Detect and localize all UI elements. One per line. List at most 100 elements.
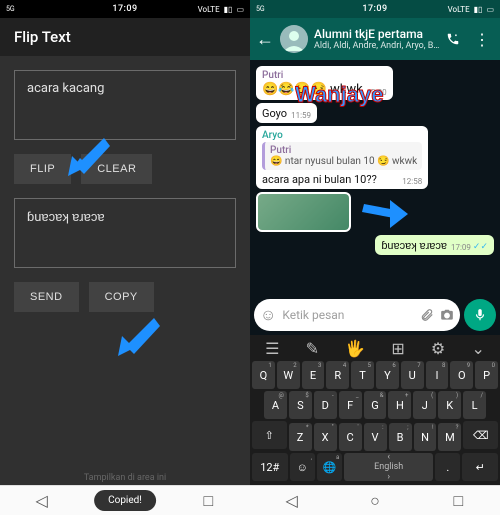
kb-key-i[interactable]: I8 [426,361,449,389]
message-input[interactable]: ☺ Ketik pesan [254,299,460,331]
input-placeholder: Ketik pesan [282,308,414,322]
output-textarea[interactable]: ɓuɐɔɐʞ ɐɹɐɔɐ [14,198,236,268]
kb-settings-icon[interactable]: ⚙ [431,339,445,358]
emoji-icon[interactable]: ☺ [260,305,276,325]
chat-title-block[interactable]: Alumni tkjE pertama Aldi, Aldi, Andre, A… [314,27,440,51]
kb-key-v[interactable]: V: [364,423,387,451]
kb-symbols-key[interactable]: 12# [252,453,288,481]
status-time: 17:09 [112,4,137,14]
kb-key-q[interactable]: Q1 [252,361,275,389]
image-thumbnail[interactable] [258,194,349,230]
net-right-icon: VoLTE [448,5,470,14]
nav-back-icon[interactable]: ◁ [34,493,50,509]
group-avatar[interactable] [280,25,308,53]
nav-back-icon[interactable]: ◁ [284,493,300,509]
message-time: 17:09 ✓✓ [451,242,488,252]
input-text-value: acara kacang [27,81,104,96]
kb-key-c[interactable]: C' [339,423,362,451]
message-time: 12:58 [402,177,422,186]
message-sender: Putri [262,70,387,81]
kb-key-m[interactable]: M? [438,423,461,451]
group-name: Alumni tkjE pertama [314,27,440,41]
net-left-icon: 5G [6,5,15,13]
kb-touchpal-icon[interactable]: 🖐 [345,339,365,358]
send-button[interactable]: SEND [14,282,79,312]
mic-button[interactable] [464,299,496,331]
kb-key-w[interactable]: W2 [277,361,300,389]
signal-icon: ▮▯ [474,5,483,14]
fliptext-screen: 5G 17:09 VoLTE ▮▯ ▭ Flip Text acara kaca… [0,0,250,515]
kb-enter-key[interactable]: ↵ [462,453,498,481]
kb-key-s[interactable]: S$ [289,391,312,419]
message-in[interactable]: Putri 😄😂😏😏 wkwk 10:20 [256,66,393,100]
copy-button[interactable]: COPY [89,282,154,312]
kb-key-f[interactable]: F_ [339,391,362,419]
kb-key-l[interactable]: L/ [463,391,486,419]
kb-key-p[interactable]: P0 [475,361,498,389]
attach-icon[interactable] [420,308,434,322]
kb-shift-key[interactable]: ⇧ [252,421,287,449]
quote-text: 😄 ntar nyusul bulan 10 😏 wkwk [270,156,417,167]
call-add-icon[interactable] [446,32,460,46]
menu-icon[interactable]: ⋮ [474,30,490,49]
kb-key-g[interactable]: G& [364,391,387,419]
group-members: Aldi, Aldi, Andre, Andri, Aryo, Bonj... [314,41,440,51]
kb-swipe-icon[interactable]: ✎ [306,339,319,358]
net-right-icon: VoLTE [198,5,220,14]
kb-key-k[interactable]: K) [438,391,461,419]
status-bar: 5G 17:09 VoLTE ▮▯ ▭ [250,0,500,18]
message-time: 10:20 [367,88,387,97]
chat-body[interactable]: Wanjaye Putri 😄😂😏😏 wkwk 10:20 Goyo 11:59… [250,60,500,295]
message-image[interactable] [256,192,351,232]
kb-key-r[interactable]: R4 [326,361,349,389]
kb-key-j[interactable]: J( [413,391,436,419]
camera-icon[interactable] [440,308,454,322]
output-text-value: ɓuɐɔɐʞ ɐɹɐɔɐ [27,210,105,225]
flip-button[interactable]: FLIP [14,154,71,184]
appbar-title: Flip Text [14,28,71,46]
kb-menu-icon[interactable]: ☰ [265,339,279,358]
message-text: ɓuɐɔɐʞ ɐɹɐɔɐ [381,239,447,252]
kb-key-n[interactable]: N! [414,423,437,451]
tutorial-arrow-icon [360,194,410,228]
nav-home-icon[interactable]: ○ [367,493,383,509]
kb-key-h[interactable]: H+ [388,391,411,419]
kb-key-z[interactable]: Z* [289,423,312,451]
message-text: 😄😂😏😏 wkwk [262,82,363,97]
quote-sender: Putri [270,145,417,156]
ad-placeholder: Copied! Tampilkan di area ini [0,471,250,485]
chat-header[interactable]: ← Alumni tkjE pertama Aldi, Aldi, Andre,… [250,18,500,60]
signal-icon: ▮▯ [224,5,233,14]
kb-space-key[interactable]: ‹ English › [344,453,433,481]
status-time: 17:09 [362,4,387,14]
quoted-message[interactable]: Putri 😄 ntar nyusul bulan 10 😏 wkwk [262,142,422,170]
kb-emoji-key[interactable]: ☺ , [290,453,315,481]
kb-key-u[interactable]: U7 [401,361,424,389]
nav-recent-icon[interactable]: □ [200,493,216,509]
message-text: acara apa ni bulan 10?? [262,173,377,186]
kb-period-key[interactable]: . [435,453,460,481]
android-nav-bar: ◁ ○ □ [250,485,500,515]
message-out[interactable]: ɓuɐɔɐʞ ɐɹɐɔɐ 17:09 ✓✓ [375,235,494,255]
kb-key-t[interactable]: T5 [351,361,374,389]
kb-theme-icon[interactable]: ⊞ [391,339,404,358]
kb-key-x[interactable]: X" [314,423,337,451]
message-in[interactable]: Goyo 11:59 [256,103,317,123]
input-textarea[interactable]: acara kacang [14,70,236,140]
kb-lang-label: English [374,462,403,472]
kb-lang-key[interactable]: a 🌐 [317,453,342,481]
kb-backspace-key[interactable]: ⌫ [463,421,498,449]
kb-key-b[interactable]: B; [389,423,412,451]
kb-key-e[interactable]: E3 [302,361,325,389]
kb-collapse-icon[interactable]: ⌄ [471,339,484,358]
kb-key-d[interactable]: D- [314,391,337,419]
message-in[interactable]: Aryo Putri 😄 ntar nyusul bulan 10 😏 wkwk… [256,126,428,189]
net-left-icon: 5G [256,5,265,13]
kb-key-a[interactable]: A@ [264,391,287,419]
back-icon[interactable]: ← [256,29,274,50]
message-sender: Aryo [262,130,422,141]
kb-key-y[interactable]: Y6 [376,361,399,389]
nav-recent-icon[interactable]: □ [450,493,466,509]
message-text: Goyo [262,107,287,120]
kb-key-o[interactable]: O9 [450,361,473,389]
